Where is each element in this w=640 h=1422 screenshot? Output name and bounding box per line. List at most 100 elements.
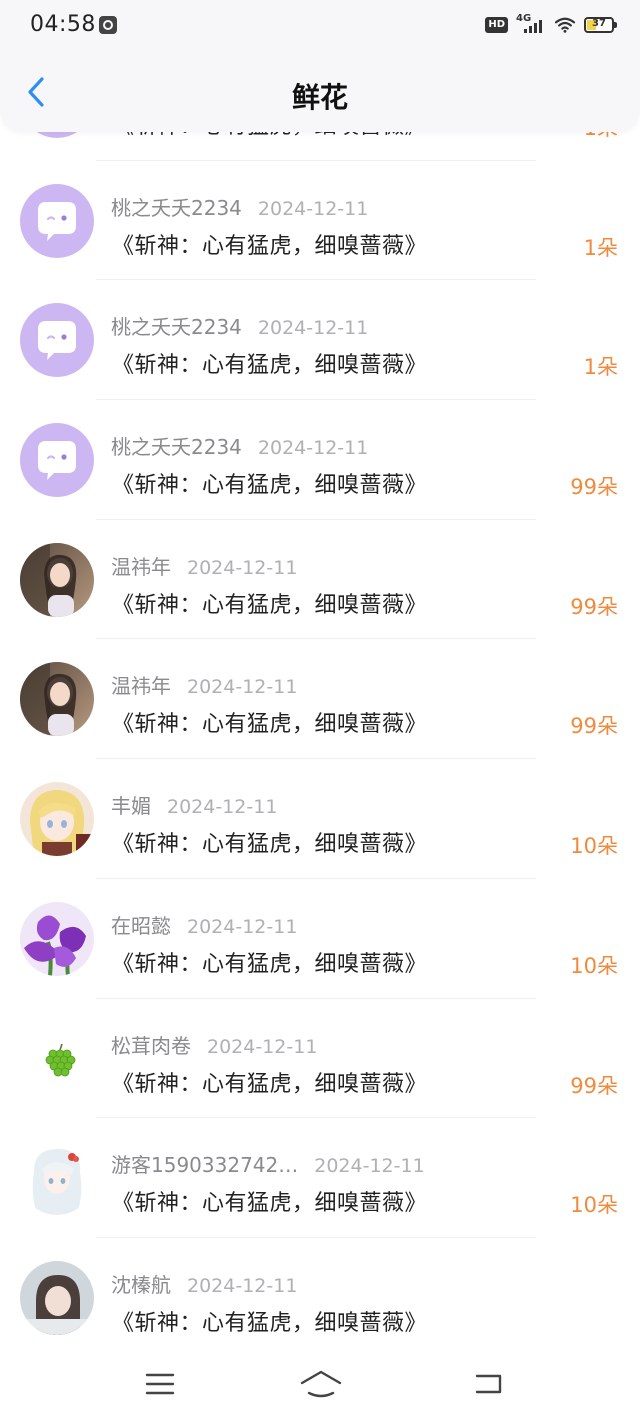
battery-icon: 37 bbox=[584, 17, 617, 33]
home-icon bbox=[300, 1370, 342, 1398]
item-meta: 沈榛航 2024-12-11 bbox=[111, 1269, 298, 1297]
nav-header: 鲜花 bbox=[0, 52, 640, 132]
book-title[interactable]: 《斩神：心有猛虎，细嗅蔷薇》 bbox=[112, 587, 427, 619]
book-title[interactable]: 《斩神：心有猛虎，细嗅蔷薇》 bbox=[112, 228, 427, 260]
default-ghost-avatar[interactable] bbox=[20, 303, 94, 378]
divider bbox=[96, 159, 536, 161]
list-item[interactable]: 桃之夭夭22342024-12-11《斩神：心有猛虎，细嗅蔷薇》1朵 bbox=[0, 132, 640, 160]
book-title[interactable]: 《斩神：心有猛虎，细嗅蔷薇》 bbox=[112, 132, 427, 140]
default-ghost-avatar[interactable] bbox=[20, 423, 94, 498]
default-ghost-avatar[interactable] bbox=[20, 132, 94, 138]
list-item[interactable]: 沈榛航 2024-12-11 《斩神：心有猛虎，细嗅蔷薇》 bbox=[0, 1236, 640, 1346]
flower-count: 99朵 bbox=[570, 594, 618, 619]
anime-white-hair-avatar[interactable] bbox=[20, 1141, 94, 1216]
back-icon bbox=[475, 1374, 502, 1394]
post-date: 2024-12-11 bbox=[187, 915, 298, 938]
list-item[interactable]: 桃之夭夭2234 2024-12-11 《斩神：心有猛虎，细嗅蔷薇》 99朵 bbox=[0, 399, 640, 519]
network-type: 4G bbox=[516, 13, 532, 24]
list-item[interactable]: 桃之夭夭2234 2024-12-11 《斩神：心有猛虎，细嗅蔷薇》 1朵 bbox=[0, 159, 640, 280]
item-meta: 温祎年 2024-12-11 bbox=[111, 551, 298, 579]
user-name[interactable]: 温祎年 bbox=[111, 674, 171, 698]
list-item[interactable]: 桃之夭夭2234 2024-12-11 《斩神：心有猛虎，细嗅蔷薇》 1朵 bbox=[0, 279, 640, 399]
item-meta: 桃之夭夭2234 2024-12-11 bbox=[111, 311, 369, 340]
user-name[interactable]: 在昭懿 bbox=[111, 914, 171, 938]
purple-tulips-avatar[interactable] bbox=[20, 901, 94, 976]
user-name[interactable]: 丰媚 bbox=[111, 794, 151, 818]
user-name[interactable]: 桃之夭夭2234 bbox=[111, 435, 242, 459]
user-name[interactable]: 沈榛航 bbox=[111, 1273, 171, 1297]
post-date: 2024-12-11 bbox=[257, 317, 369, 340]
user-name[interactable]: 游客1590332742… bbox=[111, 1153, 298, 1177]
status-bar: 04:58 HD 4G 37 bbox=[0, 0, 640, 52]
flower-count: 99朵 bbox=[570, 714, 618, 739]
book-title[interactable]: 《斩神：心有猛虎，细嗅蔷薇》 bbox=[112, 347, 427, 379]
flower-count: 1朵 bbox=[584, 132, 618, 142]
flower-count: 10朵 bbox=[570, 953, 618, 978]
item-meta: 桃之夭夭2234 2024-12-11 bbox=[111, 192, 369, 220]
flower-count: 99朵 bbox=[570, 475, 618, 500]
post-date: 2024-12-11 bbox=[257, 197, 369, 220]
status-indicators: HD 4G 37 bbox=[485, 13, 617, 36]
divider bbox=[96, 1236, 536, 1238]
item-meta: 桃之夭夭2234 2024-12-11 bbox=[111, 431, 369, 460]
post-date: 2024-12-11 bbox=[314, 1155, 425, 1178]
list-item[interactable]: 松茸肉卷 2024-12-11 《斩神：心有猛虎，细嗅蔷薇》 99朵 bbox=[0, 997, 640, 1118]
post-date: 2024-12-11 bbox=[187, 676, 298, 699]
anime-blonde-avatar[interactable] bbox=[20, 782, 94, 857]
divider bbox=[96, 279, 536, 281]
item-meta: 游客1590332742… 2024-12-11 bbox=[111, 1149, 425, 1178]
flower-count: 10朵 bbox=[570, 834, 618, 859]
book-title[interactable]: 《斩神：心有猛虎，细嗅蔷薇》 bbox=[112, 1305, 427, 1337]
menu-icon bbox=[145, 1373, 175, 1395]
list-item[interactable]: 温祎年 2024-12-11 《斩神：心有猛虎，细嗅蔷薇》 99朵 bbox=[0, 518, 640, 639]
divider bbox=[96, 518, 536, 520]
post-date: 2024-12-11 bbox=[187, 1274, 298, 1297]
list-item[interactable]: 温祎年 2024-12-11 《斩神：心有猛虎，细嗅蔷薇》 99朵 bbox=[0, 638, 640, 758]
book-title[interactable]: 《斩神：心有猛虎，细嗅蔷薇》 bbox=[112, 826, 427, 858]
list-item[interactable]: 丰媚 2024-12-11 《斩神：心有猛虎，细嗅蔷薇》 10朵 bbox=[0, 758, 640, 878]
item-meta: 在昭懿 2024-12-11 bbox=[111, 910, 298, 938]
item-meta: 温祎年 2024-12-11 bbox=[111, 670, 298, 699]
green-grapes-avatar[interactable] bbox=[20, 1021, 94, 1096]
user-name[interactable]: 桃之夭夭2234 bbox=[111, 315, 242, 339]
page-title: 鲜花 bbox=[291, 81, 348, 114]
photo-portrait-avatar[interactable] bbox=[20, 1260, 94, 1335]
user-name[interactable]: 松茸肉卷 bbox=[111, 1034, 191, 1058]
cellular-signal-icon: 4G bbox=[516, 13, 546, 35]
item-meta: 丰媚 2024-12-11 bbox=[111, 790, 277, 818]
post-date: 2024-12-11 bbox=[257, 437, 369, 460]
home-button[interactable] bbox=[298, 1364, 344, 1404]
item-meta: 松茸肉卷 2024-12-11 bbox=[111, 1030, 318, 1058]
book-title[interactable]: 《斩神：心有猛虎，细嗅蔷薇》 bbox=[112, 1066, 427, 1098]
flower-list[interactable]: 桃之夭夭2234 2024-12-11 《斩神：心有猛虎，细嗅蔷薇》 1朵 桃之夭夭22… bbox=[0, 132, 640, 1346]
system-nav-bar bbox=[0, 1346, 640, 1422]
user-name[interactable]: 桃之夭夭2234 bbox=[111, 196, 242, 220]
list-item[interactable]: 在昭懿 2024-12-11 《斩神：心有猛虎，细嗅蔷薇》 10朵 bbox=[0, 877, 640, 998]
menu-button[interactable] bbox=[140, 1364, 180, 1404]
divider bbox=[96, 877, 536, 879]
battery-percent: 37 bbox=[592, 18, 606, 29]
flower-count: 99朵 bbox=[570, 1073, 618, 1098]
list-item[interactable]: 游客1590332742… 2024-12-11 《斩神：心有猛虎，细嗅蔷薇》 10朵 bbox=[0, 1117, 640, 1237]
app-notification-icon bbox=[99, 16, 117, 34]
user-name[interactable]: 温祎年 bbox=[111, 555, 171, 579]
divider bbox=[96, 997, 536, 999]
photo-girl-avatar[interactable] bbox=[20, 662, 94, 737]
post-date: 2024-12-11 bbox=[187, 556, 298, 579]
status-time: 04:58 bbox=[30, 12, 96, 37]
divider bbox=[96, 399, 536, 401]
divider bbox=[96, 758, 536, 760]
divider bbox=[96, 638, 536, 640]
photo-girl-avatar[interactable] bbox=[20, 542, 94, 617]
default-ghost-avatar[interactable] bbox=[20, 183, 94, 258]
divider bbox=[96, 1117, 536, 1119]
book-title[interactable]: 《斩神：心有猛虎，细嗅蔷薇》 bbox=[112, 946, 427, 978]
flower-count: 1朵 bbox=[583, 355, 618, 380]
wifi-icon bbox=[554, 17, 576, 33]
back-nav-button[interactable] bbox=[468, 1364, 508, 1404]
book-title[interactable]: 《斩神：心有猛虎，细嗅蔷薇》 bbox=[112, 706, 427, 738]
book-title[interactable]: 《斩神：心有猛虎，细嗅蔷薇》 bbox=[112, 1185, 427, 1217]
book-title[interactable]: 《斩神：心有猛虎，细嗅蔷薇》 bbox=[112, 467, 427, 499]
flower-count: 1朵 bbox=[583, 235, 618, 260]
post-date: 2024-12-11 bbox=[207, 1035, 318, 1058]
